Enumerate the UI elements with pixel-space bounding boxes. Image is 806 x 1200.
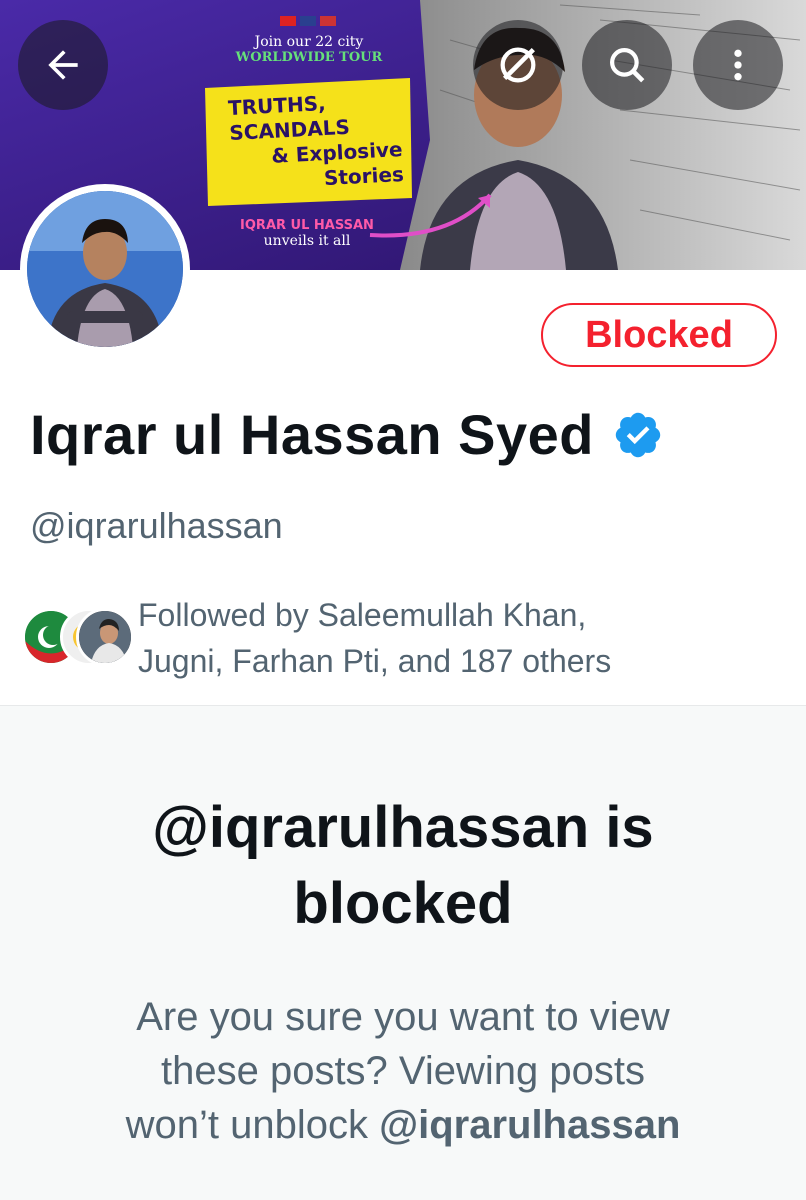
followed-by-text[interactable]: Followed by Saleemullah Khan, Jugni, Far… — [138, 592, 778, 684]
caption-name: IQRAR UL HASSAN — [240, 218, 374, 233]
tour-line1: Join our 22 city — [254, 34, 364, 50]
profile-handle: @iqrarulhassan — [30, 505, 283, 546]
more-button[interactable] — [693, 20, 783, 110]
follower-avatar-3 — [76, 608, 134, 666]
profile-name-row: Iqrar ul Hassan Syed — [30, 402, 664, 467]
tour-text: Join our 22 city WORLDWIDE TOUR — [224, 34, 394, 65]
tour-line2: WORLDWIDE TOUR — [235, 50, 383, 65]
blocked-text-line1: Are you sure you want to view — [136, 995, 670, 1039]
blocked-text-line3-prefix: won’t unblock — [125, 1103, 380, 1147]
back-arrow-icon — [48, 50, 78, 80]
search-button[interactable] — [582, 20, 672, 110]
blocked-notice-title: @iqrarulhassan is blocked — [0, 790, 806, 942]
banner-headline: TRUTHS, SCANDALS & Explosive Stories — [210, 87, 405, 197]
avatar — [27, 191, 183, 347]
blocked-text-line2: these posts? Viewing posts — [160, 1049, 645, 1093]
banner-caption: IQRAR UL HASSAN unveils it all — [222, 218, 392, 249]
grok-icon — [500, 47, 536, 83]
blocked-title-line2: blocked — [293, 871, 513, 936]
back-button[interactable] — [18, 20, 108, 110]
blocked-text-line3: won’t unblock @iqrarulhassan — [60, 1098, 746, 1152]
more-vertical-icon — [734, 49, 742, 81]
blocked-title-line1: @iqrarulhassan is — [152, 795, 654, 860]
verified-badge-icon[interactable] — [612, 409, 664, 461]
followed-by-line2: Jugni, Farhan Pti, and 187 others — [138, 643, 612, 679]
profile-name: Iqrar ul Hassan Syed — [30, 403, 595, 466]
profile-avatar[interactable] — [20, 184, 190, 354]
blocked-text-handle: @iqrarulhassan — [379, 1103, 681, 1147]
blocked-button[interactable]: Blocked — [541, 303, 777, 367]
caption-unveils: unveils it all — [263, 233, 351, 249]
search-icon — [610, 48, 645, 83]
followed-by-line1: Followed by Saleemullah Khan, — [138, 597, 587, 633]
blocked-notice-text: Are you sure you want to view these post… — [60, 990, 746, 1152]
grok-button[interactable] — [473, 20, 563, 110]
